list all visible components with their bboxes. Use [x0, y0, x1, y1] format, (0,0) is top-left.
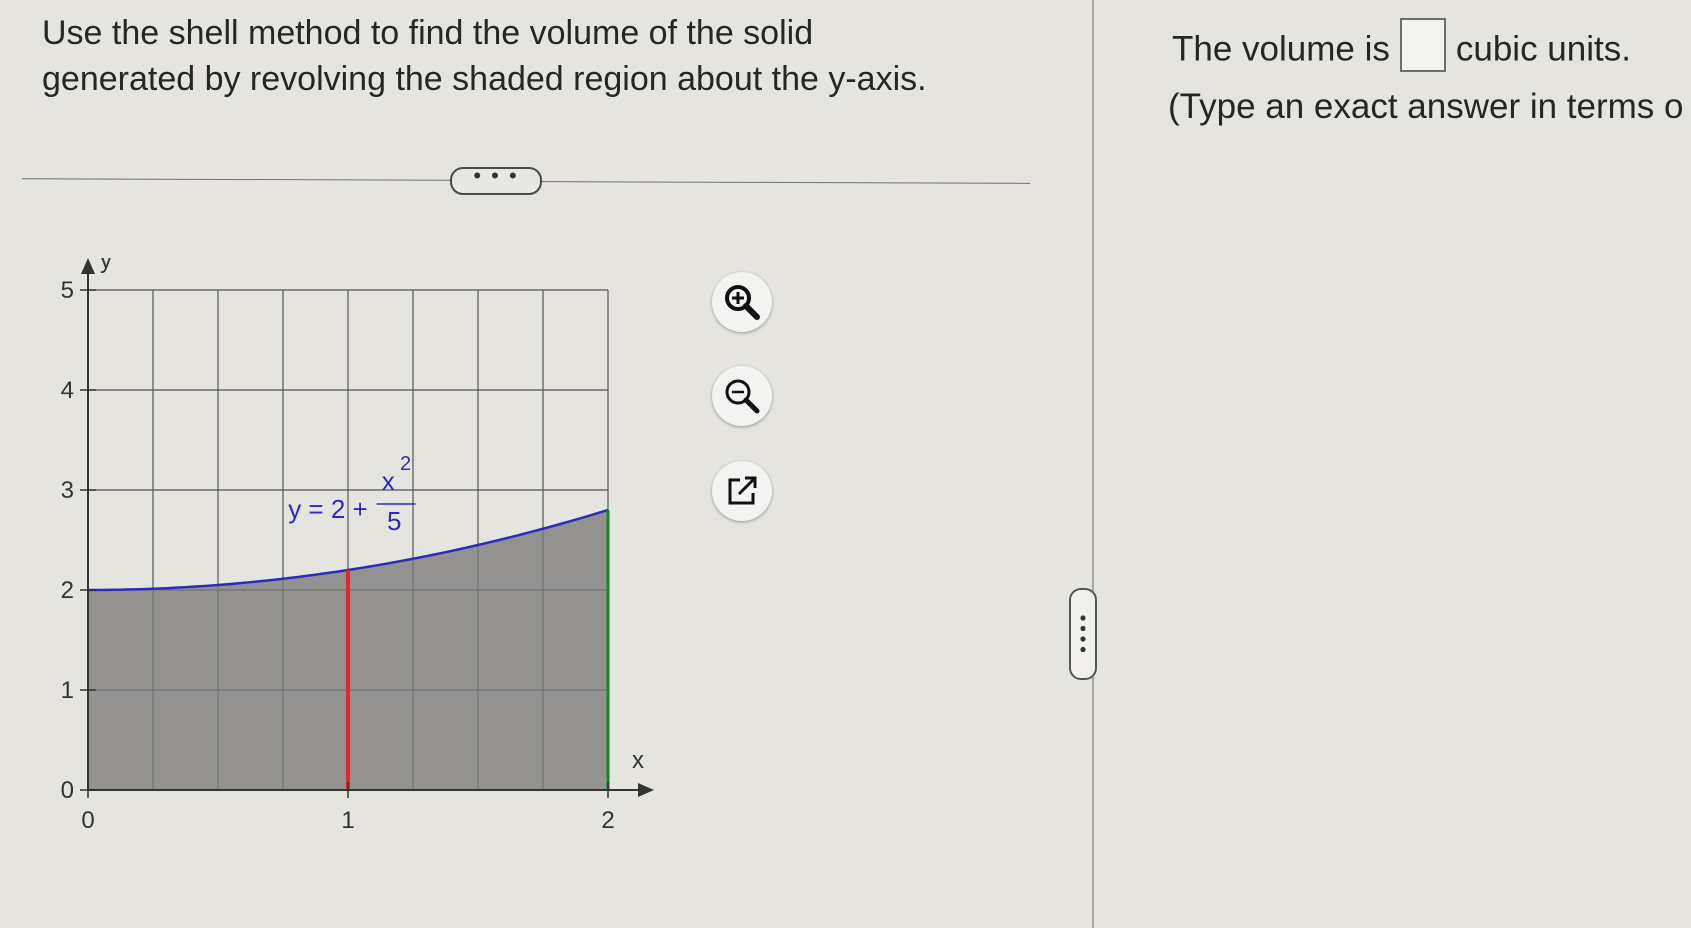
- y-axis-label: y: [100, 258, 112, 274]
- question-line-1: Use the shell method to find the volume …: [42, 14, 814, 52]
- function-label-denominator: 5: [387, 506, 401, 536]
- function-label-lhs: y = 2 +: [288, 494, 368, 524]
- y-tick-label: 5: [61, 277, 74, 304]
- question-pane: Use the shell method to find the volume …: [0, 0, 1090, 928]
- answer-pane: The volume is cubic units. (Type an exact…: [1094, 0, 1691, 928]
- zoom-in-icon: [725, 285, 760, 320]
- zoom-out-icon: [725, 379, 760, 414]
- x-tick-label: 1: [341, 807, 354, 834]
- question-text: Use the shell method to find the volume …: [42, 10, 1042, 102]
- function-label-numerator: x: [382, 466, 395, 496]
- expand-more-button[interactable]: • • •: [450, 165, 542, 195]
- zoom-out-button[interactable]: [712, 366, 772, 426]
- answer-instruction: (Type an exact answer in terms o: [1168, 87, 1684, 126]
- open-new-window-button[interactable]: [712, 461, 772, 521]
- y-tick-label: 3: [61, 477, 74, 504]
- y-tick-label: 1: [61, 677, 74, 704]
- volume-answer-input[interactable]: [1399, 18, 1446, 72]
- pane-resize-handle[interactable]: [1069, 588, 1097, 680]
- zoom-in-button[interactable]: [712, 272, 772, 332]
- y-tick-label: 0: [61, 777, 74, 804]
- function-label-exponent: 2: [400, 453, 411, 475]
- x-tick-label: 0: [81, 807, 94, 834]
- divider-left: [21, 178, 453, 181]
- answer-suffix: cubic units.: [1455, 29, 1631, 69]
- y-tick-label: 4: [61, 377, 74, 404]
- answer-prefix: The volume is: [1172, 29, 1390, 69]
- x-tick-label: 2: [601, 807, 614, 834]
- answer-sentence: The volume is cubic units.: [1172, 18, 1631, 78]
- question-line-2: generated by revolving the shaded region…: [42, 60, 927, 98]
- graph: 0 1 2 3 4 5 0 1 2 y = 2 + x 2 5 x y: [61, 258, 654, 834]
- drag-handle-icon: [1080, 615, 1086, 653]
- x-axis-label: x: [632, 747, 644, 774]
- x-axis-arrow: [638, 783, 654, 797]
- y-tick-label: 2: [61, 577, 74, 604]
- divider-right: [539, 181, 1031, 184]
- function-label: y = 2 + x 2 5: [288, 453, 416, 536]
- open-external-icon: [728, 476, 757, 505]
- y-axis-arrow: [81, 258, 95, 274]
